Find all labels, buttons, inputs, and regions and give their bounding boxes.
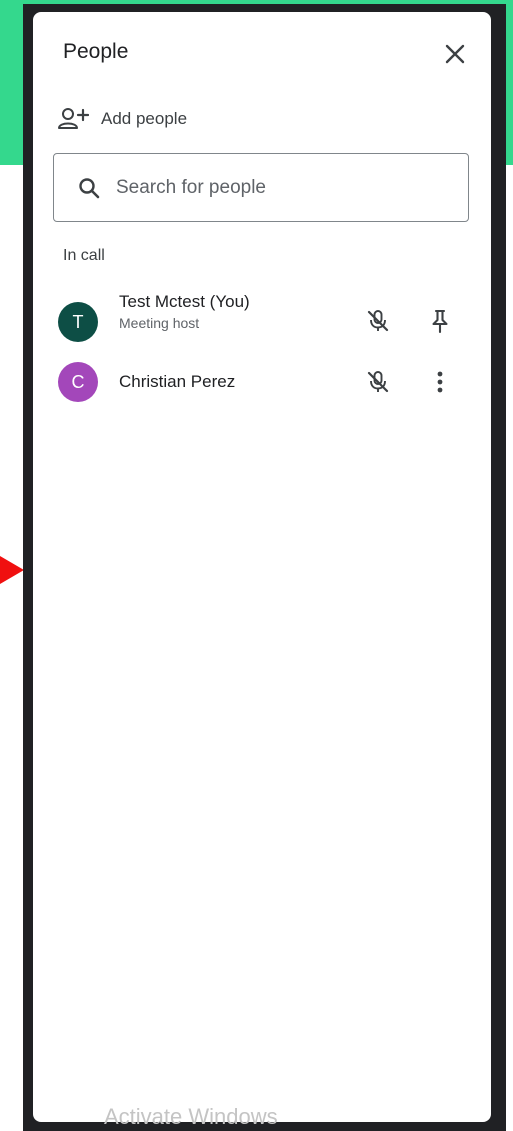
activate-windows-watermark: Activate Windows bbox=[104, 1104, 278, 1129]
participant-row[interactable]: T Test Mctest (You) Meeting host bbox=[33, 292, 491, 352]
search-input[interactable] bbox=[114, 175, 438, 200]
arrow-pointer-icon bbox=[0, 556, 24, 584]
person-add-icon bbox=[57, 104, 93, 134]
mic-off-icon bbox=[367, 371, 389, 393]
search-icon bbox=[76, 175, 102, 201]
more-options-button[interactable] bbox=[425, 367, 455, 397]
mic-off-icon bbox=[367, 310, 389, 332]
people-panel: People Add people In call T Test Mctest … bbox=[33, 12, 491, 1122]
pin-icon bbox=[432, 309, 448, 334]
pin-button[interactable] bbox=[425, 306, 455, 336]
close-button[interactable] bbox=[439, 38, 471, 70]
close-icon bbox=[445, 44, 465, 64]
avatar: C bbox=[58, 362, 98, 402]
participant-name: Christian Perez bbox=[119, 372, 236, 391]
mute-button[interactable] bbox=[363, 367, 393, 397]
search-field[interactable] bbox=[53, 153, 469, 222]
panel-title: People bbox=[63, 40, 129, 63]
participant-name: Test Mctest (You) bbox=[119, 292, 250, 311]
participant-role: Meeting host bbox=[119, 315, 200, 331]
participant-row[interactable]: C Christian Perez bbox=[33, 362, 491, 422]
avatar: T bbox=[58, 302, 98, 342]
add-people-label: Add people bbox=[101, 109, 188, 128]
more-vert-icon bbox=[437, 371, 443, 393]
mute-button[interactable] bbox=[363, 306, 393, 336]
add-people-button[interactable]: Add people bbox=[57, 104, 187, 134]
in-call-label: In call bbox=[63, 247, 105, 264]
